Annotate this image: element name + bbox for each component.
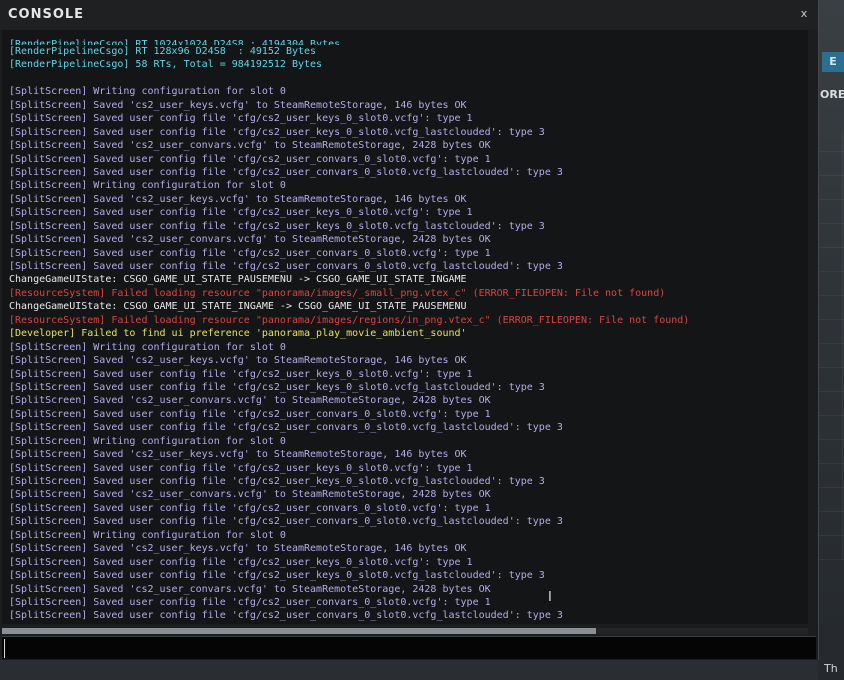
command-input[interactable] (4, 639, 815, 658)
background-tile[interactable]: E (822, 52, 844, 72)
console-line: [SplitScreen] Writing configuration for … (9, 529, 286, 541)
background-bottom-text: Th (824, 662, 838, 675)
console-line: [SplitScreen] Writing configuration for … (9, 86, 286, 98)
background-label: OREE (820, 88, 844, 101)
console-line: [SplitScreen] Saved user config file 'cf… (9, 368, 473, 380)
console-line: [SplitScreen] Saved user config file 'cf… (9, 113, 473, 125)
console-line: [SplitScreen] Saved user config file 'cf… (9, 381, 545, 393)
console-line: [SplitScreen] Saved 'cs2_user_convars.vc… (9, 489, 491, 501)
console-line: [SplitScreen] Saved 'cs2_user_convars.vc… (9, 234, 491, 246)
console-line: [SplitScreen] Saved user config file 'cf… (9, 220, 545, 232)
console-line: [SplitScreen] Saved 'cs2_user_convars.vc… (9, 583, 491, 595)
window-title: CONSOLE (8, 7, 85, 22)
console-line: [SplitScreen] Saved user config file 'cf… (9, 462, 473, 474)
console-line: > cl_showfps 1 (9, 623, 689, 625)
console-output[interactable]: [RenderPipelineCsgo] RT 1024x1024 D24S8 … (2, 30, 808, 624)
console-line: [SplitScreen] Saved user config file 'cf… (9, 166, 563, 178)
title-bar[interactable]: CONSOLE x (0, 0, 818, 30)
console-line: [SplitScreen] Saved 'cs2_user_keys.vcfg'… (9, 193, 467, 205)
console-line: [SplitScreen] Saved user config file 'cf… (9, 610, 563, 622)
console-line: [SplitScreen] Saved 'cs2_user_keys.vcfg'… (9, 355, 467, 367)
console-line: [SplitScreen] Saved 'cs2_user_keys.vcfg'… (9, 543, 467, 555)
console-line: [SplitScreen] Saved user config file 'cf… (9, 422, 563, 434)
console-line: [SplitScreen] Saved user config file 'cf… (9, 502, 491, 514)
console-line: ChangeGameUIState: CSGO_GAME_UI_STATE_IN… (9, 301, 467, 313)
console-line: [RenderPipelineCsgo] 58 RTs, Total = 984… (9, 59, 323, 71)
horizontal-scrollbar[interactable] (2, 628, 808, 634)
console-line: [RenderPipelineCsgo] RT 128x96 D24S8 : 4… (9, 46, 317, 57)
console-line: [SplitScreen] Saved 'cs2_user_convars.vc… (9, 395, 491, 407)
console-line: [SplitScreen] Writing configuration for … (9, 435, 286, 447)
vertical-scrollbar[interactable] (810, 30, 816, 624)
console-line: [SplitScreen] Writing configuration for … (9, 341, 286, 353)
console-line: [SplitScreen] Saved user config file 'cf… (9, 261, 563, 272)
console-window: CONSOLE x [RenderPipelineCsgo] RT 1024x1… (0, 0, 819, 660)
console-line: [SplitScreen] Saved user config file 'cf… (9, 247, 491, 259)
console-line: [SplitScreen] Saved user config file 'cf… (9, 516, 563, 528)
console-line: [ResourceSystem] Failed loading resource… (9, 287, 666, 299)
console-line: [SplitScreen] Saved 'cs2_user_keys.vcfg'… (9, 99, 467, 111)
console-line: ChangeGameUIState: CSGO_GAME_UI_STATE_PA… (9, 274, 467, 286)
console-lines: [RenderPipelineCsgo] RT 1024x1024 D24S8 … (9, 39, 690, 625)
console-line: [SplitScreen] Saved 'cs2_user_keys.vcfg'… (9, 449, 467, 461)
background-game-ui: E OREE Th (818, 0, 844, 680)
command-input-bar (2, 636, 816, 659)
console-line: [SplitScreen] Saved user config file 'cf… (9, 408, 491, 420)
console-line: [SplitScreen] Saved 'cs2_user_convars.vc… (9, 140, 491, 152)
mouse-cursor-icon: I (548, 590, 552, 605)
console-line: [SplitScreen] Saved user config file 'cf… (9, 476, 545, 487)
close-icon[interactable]: x (796, 6, 812, 22)
console-line: [SplitScreen] Saved user config file 'cf… (9, 207, 473, 219)
console-line: [SplitScreen] Writing configuration for … (9, 180, 286, 192)
console-line: [SplitScreen] Saved user config file 'cf… (9, 153, 491, 165)
background-grid (818, 130, 844, 560)
console-line: [SplitScreen] Saved user config file 'cf… (9, 596, 491, 608)
console-line: [ResourceSystem] Failed loading resource… (9, 314, 690, 326)
console-line: [RenderPipelineCsgo] RT 1024x1024 D24S8 … (9, 39, 341, 45)
console-line: [SplitScreen] Saved user config file 'cf… (9, 570, 545, 582)
horizontal-scrollbar-thumb[interactable] (2, 628, 596, 634)
console-line: [SplitScreen] Saved user config file 'cf… (9, 126, 545, 138)
console-line: [SplitScreen] Saved user config file 'cf… (9, 556, 473, 568)
console-line: [Developer] Failed to find ui preference… (9, 328, 467, 340)
